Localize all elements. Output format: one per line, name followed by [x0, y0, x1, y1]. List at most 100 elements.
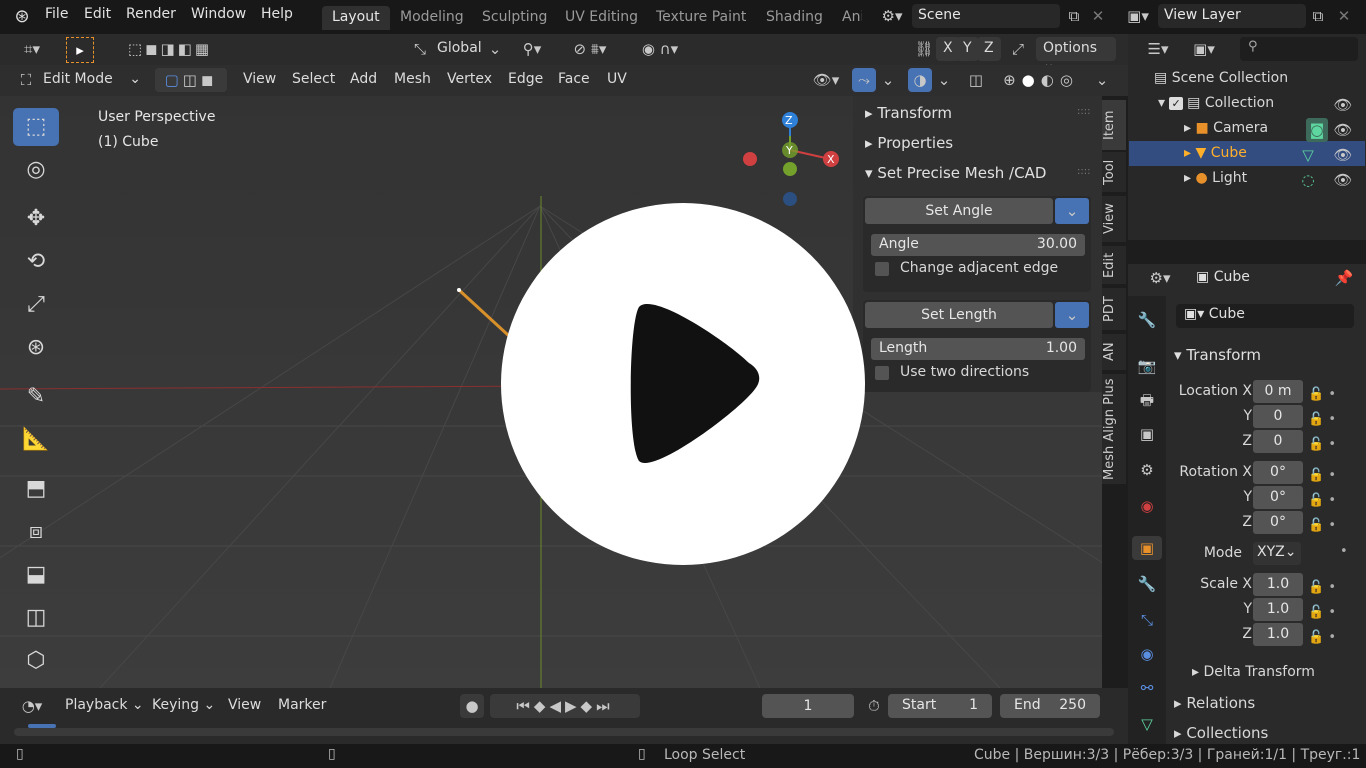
menu-mesh[interactable]: Mesh — [387, 68, 438, 92]
snap-icon[interactable]: ⌗▾ — [14, 37, 50, 61]
tab-an[interactable]: AN — [1102, 334, 1126, 370]
particles-props-icon[interactable]: ⤡ — [1135, 608, 1159, 632]
tab-uv-editing[interactable]: UV Editing — [555, 6, 648, 30]
select-box-icon[interactable]: ▸ — [66, 37, 94, 63]
transform-header[interactable]: ▾ Transform — [1174, 346, 1261, 364]
tab-shading[interactable]: Shading — [756, 6, 833, 30]
tab-pdt[interactable]: PDT — [1102, 288, 1126, 330]
tool-extrude[interactable]: ⬒ — [13, 470, 59, 508]
close-view-layer-icon[interactable]: ✕ — [1334, 4, 1354, 28]
section-precise-mesh[interactable]: ▾ Set Precise Mesh /CAD — [865, 164, 1046, 182]
chevron-down-icon[interactable]: ⌄ — [934, 68, 954, 92]
auto-merge-icon[interactable]: ⤢ — [1006, 37, 1030, 61]
playhead[interactable] — [28, 724, 56, 728]
tool-select-box[interactable]: ⬚ — [13, 108, 59, 146]
current-frame-field[interactable]: 1 — [762, 694, 854, 718]
playback-controls[interactable]: ⏮◆◀▶◆⏭ — [490, 694, 640, 718]
axis-z-toggle[interactable]: Z — [977, 37, 1001, 61]
mirror-icon[interactable]: ⛓ — [912, 37, 936, 61]
tab-view[interactable]: View — [1102, 196, 1126, 242]
rotation-y-field[interactable]: 0° — [1253, 486, 1303, 509]
lock-icons-scale[interactable]: 🔓 • 🔓 • 🔓 • — [1308, 575, 1336, 650]
selection-mode-icons[interactable]: ⬚◼◨◧▦ — [110, 37, 230, 61]
display-mode-icon[interactable]: ☰▾ — [1140, 37, 1176, 61]
section-properties[interactable]: ▸ Properties — [865, 134, 953, 152]
options-dropdown[interactable]: Options ⌄ — [1036, 37, 1116, 72]
tab-animation[interactable]: Ani — [832, 6, 862, 30]
object-props-icon[interactable]: ▣ — [1132, 536, 1162, 560]
set-length-button[interactable]: Set Length — [865, 302, 1053, 328]
navigation-gizmo[interactable]: Z Y X — [740, 110, 840, 210]
record-icon[interactable]: ● — [460, 694, 484, 718]
object-name-field[interactable]: ▣▾ Cube — [1176, 304, 1354, 328]
relations-header[interactable]: ▸ Relations — [1174, 694, 1255, 712]
keying-menu[interactable]: Keying ⌄ — [145, 694, 222, 718]
mesh-data-icon[interactable]: ▽ — [1288, 143, 1328, 167]
location-x-field[interactable]: 0 m — [1253, 380, 1303, 403]
tab-tool[interactable]: Tool — [1102, 152, 1126, 192]
scene-props-icon[interactable]: ⚙ — [1135, 458, 1159, 482]
scale-x-field[interactable]: 1.0 — [1253, 573, 1303, 596]
snapping-icon[interactable]: ⊘ ⩩▾ — [558, 37, 622, 61]
change-adjacent-checkbox[interactable] — [875, 262, 889, 276]
gizmo-toggle-icon[interactable]: ⤳ — [852, 68, 876, 92]
menu-window[interactable]: Window — [191, 6, 246, 22]
overlays-icon[interactable]: ◑ — [908, 68, 932, 92]
outliner-item-camera[interactable]: ▸ ■ Camera — [1184, 120, 1268, 136]
menu-edge[interactable]: Edge — [501, 68, 550, 92]
length-field[interactable]: Length 1.00 — [871, 338, 1085, 360]
visibility-icon[interactable]: 👁▾ — [806, 68, 846, 92]
stopwatch-icon[interactable]: ⏱ — [862, 694, 886, 718]
tab-modeling[interactable]: Modeling — [390, 6, 474, 30]
tool-annotate[interactable]: ✎ — [13, 378, 59, 416]
chevron-down-icon[interactable]: ⌄ — [1055, 302, 1089, 328]
tool-knife[interactable]: ⬡ — [13, 642, 59, 680]
playback-menu[interactable]: Playback ⌄ — [58, 694, 151, 718]
collections-header[interactable]: ▸ Collections — [1174, 724, 1268, 742]
view-layer-props-icon[interactable]: ▣ — [1135, 422, 1159, 446]
menu-help[interactable]: Help — [261, 6, 293, 22]
eye-icon[interactable]: 👁 — [1332, 143, 1354, 167]
tool-move[interactable]: ✥ — [13, 200, 59, 238]
select-mode-icons[interactable]: ▢◫◼ — [155, 68, 227, 92]
scene-collection-row[interactable]: ▤ Scene Collection — [1154, 70, 1288, 86]
set-angle-button[interactable]: Set Angle — [865, 198, 1053, 224]
view-layer-icon[interactable]: ▣▾ — [1120, 4, 1156, 28]
marker-menu[interactable]: Marker — [271, 694, 333, 718]
world-props-icon[interactable]: ◉ — [1135, 494, 1159, 518]
start-frame-field[interactable]: Start 1 — [888, 694, 992, 718]
chevron-down-icon[interactable]: ⌄ — [878, 68, 898, 92]
tab-edit[interactable]: Edit — [1102, 246, 1126, 284]
physics-props-icon[interactable]: ◉ — [1135, 642, 1159, 666]
eye-icon[interactable]: 👁 — [1332, 168, 1354, 192]
orientation-dropdown[interactable]: Global — [430, 37, 489, 61]
keyframe-dot-icon[interactable]: • — [1340, 544, 1348, 559]
scene-selector-icon[interactable]: ⚙▾ — [874, 4, 910, 28]
tab-texture-paint[interactable]: Texture Paint — [646, 6, 756, 30]
proportional-edit-icon[interactable]: ◉ ∩▾ — [630, 37, 690, 61]
view-layer-field[interactable]: View Layer — [1158, 4, 1306, 28]
location-z-field[interactable]: 0 — [1253, 430, 1303, 453]
tool-scale[interactable]: ⤢ — [13, 286, 59, 324]
angle-field[interactable]: Angle 30.00 — [871, 234, 1085, 256]
section-transform[interactable]: ▸ Transform — [865, 104, 952, 122]
eye-icon[interactable]: 👁 — [1332, 93, 1354, 117]
blender-logo-icon[interactable]: ⊛ — [10, 5, 34, 29]
use-two-directions-checkbox[interactable] — [875, 366, 889, 380]
outliner-item-light[interactable]: ▸ ● Light — [1184, 170, 1247, 186]
pivot-icon[interactable]: ⚲▾ — [512, 37, 552, 61]
menu-edit[interactable]: Edit — [84, 6, 111, 22]
drag-handle-icon[interactable]: :::: — [1077, 106, 1090, 117]
tab-sculpting[interactable]: Sculpting — [472, 6, 557, 30]
chevron-down-icon[interactable]: ⌄ — [1092, 68, 1112, 92]
light-data-icon[interactable]: ◌ — [1288, 168, 1328, 192]
new-view-layer-icon[interactable]: ⧉ — [1306, 4, 1330, 28]
location-y-field[interactable]: 0 — [1253, 405, 1303, 428]
collection-row[interactable]: ▾ ✓ ▤ Collection — [1158, 95, 1274, 111]
camera-data-icon[interactable]: ◙ — [1306, 118, 1328, 142]
menu-add[interactable]: Add — [343, 68, 384, 92]
scene-name-field[interactable]: Scene — [912, 4, 1060, 28]
output-props-icon[interactable]: 🖶 — [1135, 388, 1159, 412]
shading-mode-icons[interactable]: ⊕●◐◎ — [994, 68, 1088, 92]
menu-vertex[interactable]: Vertex — [440, 68, 499, 92]
